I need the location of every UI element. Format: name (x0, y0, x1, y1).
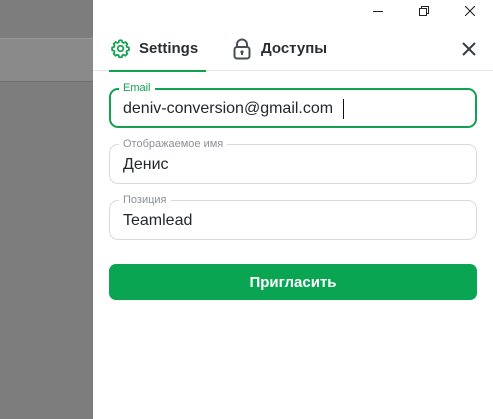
tab-settings[interactable]: Settings (109, 26, 206, 72)
email-label: Email (119, 81, 155, 95)
text-caret (343, 99, 344, 119)
tab-access[interactable]: Доступы (231, 26, 331, 71)
email-input[interactable] (123, 99, 463, 119)
dimmed-background[interactable] (0, 0, 93, 419)
gear-icon (109, 38, 131, 60)
close-icon (465, 6, 475, 16)
tab-access-label: Доступы (261, 40, 328, 57)
maximize-button[interactable] (401, 0, 447, 22)
close-panel-button[interactable] (457, 37, 481, 61)
panel-tabs: Settings Доступы (93, 26, 493, 72)
minimize-button[interactable] (355, 0, 401, 22)
invite-button[interactable]: Пригласить (109, 264, 477, 300)
display-name-field: Отображаемое имя (109, 137, 477, 184)
display-name-input[interactable] (123, 155, 463, 175)
window-controls (355, 0, 493, 22)
close-icon (462, 42, 476, 56)
invite-user-panel: Settings Доступы Email deniv-conversion@… (93, 0, 493, 419)
minimize-icon (373, 11, 383, 12)
tab-settings-label: Settings (139, 40, 199, 57)
lock-icon (231, 38, 253, 60)
close-window-button[interactable] (447, 0, 493, 22)
restore-icon (419, 6, 429, 16)
position-label: Позиция (119, 193, 171, 207)
background-toolbar (0, 38, 93, 82)
email-field: Email (109, 81, 477, 128)
position-input[interactable] (123, 211, 463, 231)
app-root: Settings Доступы Email deniv-conversion@… (0, 0, 493, 419)
active-tab-indicator (109, 70, 206, 72)
display-name-label: Отображаемое имя (119, 137, 228, 151)
position-field: Позиция (109, 193, 477, 240)
